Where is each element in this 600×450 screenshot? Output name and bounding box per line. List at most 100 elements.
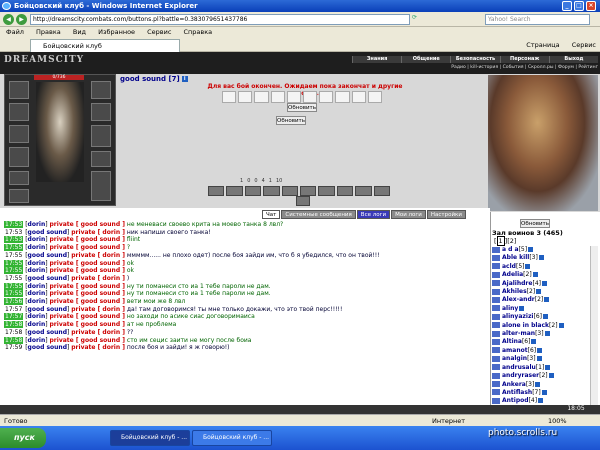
earrings-slot[interactable]	[91, 81, 111, 99]
action-icon[interactable]	[318, 186, 335, 196]
start-button[interactable]: пуск	[0, 428, 46, 448]
user-name[interactable]: analgin	[502, 355, 527, 362]
message-sender[interactable]: dorin	[28, 267, 46, 274]
character-name[interactable]: good sound [7] i	[120, 75, 188, 83]
tools-menu[interactable]: Сервис	[572, 41, 596, 49]
user-row[interactable]: aliny	[492, 305, 597, 313]
url-field[interactable]: http://dreamscity.combats.com/buttons.pl…	[30, 14, 410, 25]
user-row[interactable]: Alex-andr[2]	[492, 296, 597, 304]
user-row[interactable]: andrusalu[1]	[492, 364, 597, 372]
menu-favorites[interactable]: Избранное	[98, 28, 135, 36]
message-sender[interactable]: dorin	[28, 337, 46, 344]
user-name[interactable]: a d a	[502, 246, 519, 253]
user-name[interactable]: Antiflash	[502, 389, 532, 396]
shield-slot[interactable]	[91, 125, 111, 147]
info-icon[interactable]	[531, 339, 537, 345]
message-sender[interactable]: good sound	[28, 344, 67, 351]
tab-system[interactable]: Системные сообщения	[281, 210, 356, 219]
user-row[interactable]: amanot[6]	[492, 347, 597, 355]
search-input[interactable]: Yahoo! Search	[485, 14, 590, 25]
info-icon[interactable]	[558, 322, 564, 328]
close-button[interactable]: ×	[586, 1, 596, 11]
user-name[interactable]: Alex-andr	[502, 296, 535, 303]
user-name[interactable]: Adelia	[502, 271, 523, 278]
action-icon[interactable]	[296, 196, 310, 206]
info-icon[interactable]: i	[181, 76, 188, 82]
action-icon[interactable]	[263, 186, 280, 196]
info-icon[interactable]	[525, 263, 531, 269]
user-name[interactable]: amanot	[502, 347, 528, 354]
boots-slot[interactable]	[9, 189, 29, 203]
info-icon[interactable]	[536, 356, 542, 362]
user-name[interactable]: aliny	[502, 305, 518, 312]
info-icon[interactable]	[538, 255, 544, 261]
action-icon[interactable]	[226, 186, 243, 196]
menu-view[interactable]: Вид	[73, 28, 86, 36]
action-icon[interactable]	[300, 186, 317, 196]
message-sender[interactable]: dorin	[28, 221, 46, 228]
minimize-button[interactable]: _	[562, 1, 572, 11]
user-row[interactable]: alone in black[2]	[492, 322, 597, 330]
tab-all-logs[interactable]: Все логи	[356, 210, 391, 219]
user-name[interactable]: andryraser	[502, 372, 539, 379]
message-sender[interactable]: dorin	[28, 298, 46, 305]
user-name[interactable]: Ajalihdre	[502, 280, 532, 287]
user-name[interactable]: alinyazizi	[502, 313, 534, 320]
message-sender[interactable]: good sound	[28, 229, 67, 236]
message-sender[interactable]: dorin	[28, 283, 46, 290]
nav-knowledge[interactable]: Знания	[352, 56, 402, 63]
user-row[interactable]: Adelia[2]	[492, 271, 597, 279]
action-icon[interactable]	[208, 186, 225, 196]
user-row[interactable]: Able kill[3]	[492, 254, 597, 262]
update-button[interactable]: Обновить	[287, 103, 317, 112]
user-row[interactable]: Ankera[3]	[492, 381, 597, 389]
user-name[interactable]: alone in black	[502, 322, 549, 329]
menu-file[interactable]: Файл	[6, 28, 24, 36]
user-name[interactable]: Able kill	[502, 254, 529, 261]
back-button[interactable]: ◀	[3, 14, 14, 25]
user-row[interactable]: Antiflash[7]	[492, 389, 597, 397]
forward-button[interactable]: ▶	[16, 14, 27, 25]
user-list-scrollbar[interactable]	[590, 246, 598, 412]
user-name[interactable]: Akhiles	[502, 288, 527, 295]
info-icon[interactable]	[544, 331, 550, 337]
message-sender[interactable]: dorin	[28, 313, 46, 320]
nav-character[interactable]: Персонаж	[499, 56, 549, 63]
user-name[interactable]: acld	[502, 263, 516, 270]
page-2[interactable]: 2	[510, 237, 514, 245]
refresh-list-button[interactable]: Обновить	[520, 219, 550, 228]
info-icon[interactable]	[535, 381, 541, 387]
helmet-slot[interactable]	[9, 81, 29, 99]
message-sender[interactable]: dorin	[28, 290, 46, 297]
user-row[interactable]: Altina[6]	[492, 338, 597, 346]
taskbar-task[interactable]: Бойцовский клуб - ...	[192, 430, 272, 446]
game-subnav[interactable]: Радио | kill-история | События | Скролл.…	[410, 64, 598, 71]
message-sender[interactable]: good sound	[28, 275, 67, 282]
info-icon[interactable]	[543, 314, 549, 320]
info-icon[interactable]	[538, 398, 544, 404]
gloves-slot[interactable]	[91, 103, 111, 121]
message-sender[interactable]: dorin	[28, 236, 46, 243]
action-icon[interactable]	[355, 186, 372, 196]
info-icon[interactable]	[532, 272, 538, 278]
message-sender[interactable]: good sound	[28, 329, 67, 336]
message-sender[interactable]: dorin	[28, 260, 46, 267]
nav-exit[interactable]: Выход	[548, 56, 599, 63]
user-row[interactable]: alter-man[3]	[492, 330, 597, 338]
info-icon[interactable]	[528, 247, 534, 252]
action-icon[interactable]	[336, 186, 354, 196]
belt-slot[interactable]	[9, 171, 29, 185]
page-1[interactable]: 1	[496, 236, 505, 246]
menu-edit[interactable]: Правка	[36, 28, 61, 36]
message-sender[interactable]: good sound	[28, 306, 67, 313]
taskbar-task[interactable]: Бойцовский клуб - ...	[110, 430, 190, 446]
maximize-button[interactable]: □	[574, 1, 584, 11]
refresh-icon[interactable]: ⟳	[412, 14, 422, 25]
nav-security[interactable]: Безопасность	[450, 56, 500, 63]
tab-my-logs[interactable]: Мои логи	[391, 210, 426, 219]
info-icon[interactable]	[544, 297, 550, 303]
info-icon[interactable]	[519, 305, 525, 311]
pants-slot[interactable]	[91, 171, 111, 201]
info-icon[interactable]	[541, 280, 547, 286]
tab-settings[interactable]: Настройки	[426, 210, 466, 219]
